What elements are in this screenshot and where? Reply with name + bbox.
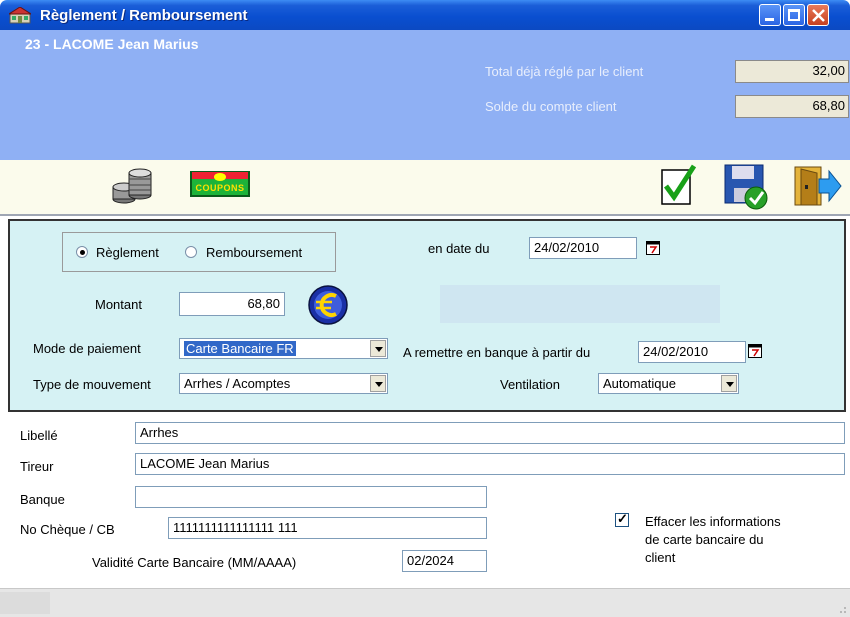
mode-paiement-label: Mode de paiement xyxy=(33,341,141,356)
effacer-label-line2[interactable]: de carte bancaire du xyxy=(645,532,764,547)
remise-label: A remettre en banque à partir du xyxy=(403,345,591,360)
minimize-button[interactable] xyxy=(759,4,781,26)
effacer-label-line1[interactable]: Effacer les informations xyxy=(645,514,781,529)
payment-type-group: Règlement Remboursement xyxy=(62,232,336,272)
toolbar: COUPONS xyxy=(0,160,850,216)
cheque-label: No Chèque / CB xyxy=(20,522,115,537)
close-icon xyxy=(812,9,825,22)
total-label: Total déjà réglé par le client xyxy=(485,64,644,79)
app-icon xyxy=(9,7,31,24)
title-bar[interactable]: Règlement / Remboursement xyxy=(0,0,850,30)
validite-label: Validité Carte Bancaire (MM/AAAA) xyxy=(92,555,297,570)
banque-field[interactable] xyxy=(135,486,487,508)
libelle-field[interactable]: Arrhes xyxy=(135,422,845,444)
resize-grip-icon[interactable] xyxy=(835,602,847,614)
tireur-field[interactable]: LACOME Jean Marius xyxy=(135,453,845,475)
coins-icon[interactable] xyxy=(110,165,156,207)
validate-check-icon[interactable] xyxy=(660,164,696,206)
save-disk-icon[interactable] xyxy=(724,164,770,210)
solde-label: Solde du compte client xyxy=(485,99,617,114)
minimize-icon xyxy=(765,18,774,21)
radio-remboursement-label[interactable]: Remboursement xyxy=(206,245,302,260)
ventilation-select[interactable]: Automatique xyxy=(598,373,739,394)
chevron-down-icon[interactable] xyxy=(370,375,386,392)
exit-door-icon[interactable] xyxy=(793,165,843,209)
empty-info-area xyxy=(440,285,720,323)
radio-reglement-label[interactable]: Règlement xyxy=(96,245,159,260)
coupons-label: COUPONS xyxy=(195,183,245,193)
libelle-label: Libellé xyxy=(20,428,58,443)
chevron-down-icon[interactable] xyxy=(721,375,737,392)
radio-reglement[interactable] xyxy=(76,246,88,258)
close-button[interactable] xyxy=(807,4,829,26)
date-field[interactable]: 24/02/2010 xyxy=(529,237,637,259)
radio-remboursement[interactable] xyxy=(185,246,197,258)
remise-date-field[interactable]: 24/02/2010 xyxy=(638,341,746,363)
cheque-field[interactable]: 1111111111111111 111 xyxy=(168,517,487,539)
validite-field[interactable]: 02/2024 xyxy=(402,550,487,572)
euro-converter-icon[interactable] xyxy=(306,284,352,326)
status-bar xyxy=(0,588,850,617)
calendar-icon[interactable] xyxy=(646,240,660,255)
window-title: Règlement / Remboursement xyxy=(40,7,248,24)
tireur-label: Tireur xyxy=(20,459,54,474)
client-header: 23 - LACOME Jean Marius Total déjà réglé… xyxy=(0,30,850,160)
chevron-down-icon[interactable] xyxy=(370,340,386,357)
ventilation-label: Ventilation xyxy=(500,377,560,392)
calendar-icon[interactable] xyxy=(748,343,762,358)
type-mouvement-select[interactable]: Arrhes / Acomptes xyxy=(179,373,388,394)
type-mouvement-value: Arrhes / Acomptes xyxy=(184,376,291,391)
maximize-icon xyxy=(788,9,800,21)
maximize-button[interactable] xyxy=(783,4,805,26)
solde-value: 68,80 xyxy=(735,95,849,118)
effacer-checkbox[interactable] xyxy=(615,511,629,527)
mode-paiement-select[interactable]: Carte Bancaire FR xyxy=(179,338,388,359)
payment-form-panel: Règlement Remboursement en date du 24/02… xyxy=(8,219,846,412)
montant-field[interactable]: 68,80 xyxy=(179,292,285,316)
coupons-icon[interactable]: COUPONS xyxy=(190,171,250,197)
status-panel xyxy=(0,592,50,614)
montant-label: Montant xyxy=(95,297,142,312)
banque-label: Banque xyxy=(20,492,65,507)
type-mouvement-label: Type de mouvement xyxy=(33,377,151,392)
total-value: 32,00 xyxy=(735,60,849,83)
client-name: 23 - LACOME Jean Marius xyxy=(25,36,199,52)
mode-paiement-value: Carte Bancaire FR xyxy=(184,341,296,356)
date-label: en date du xyxy=(428,241,490,256)
ventilation-value: Automatique xyxy=(603,376,676,391)
effacer-label-line3[interactable]: client xyxy=(645,550,675,565)
